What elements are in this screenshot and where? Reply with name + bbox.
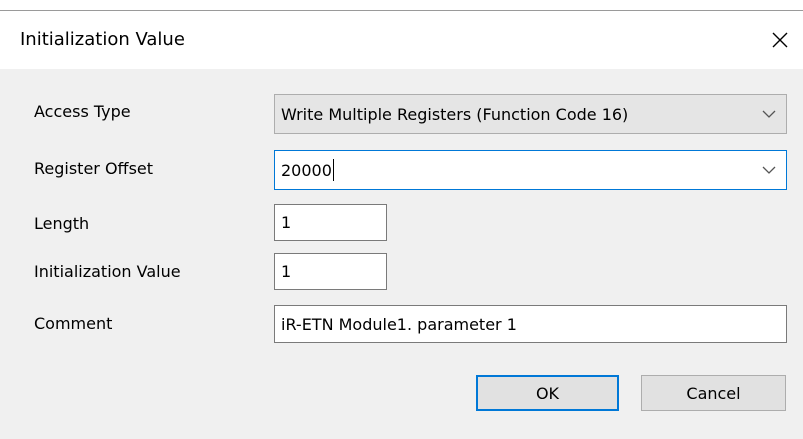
chevron-down-icon [762,110,776,118]
text-caret [332,159,334,181]
background-window-strip [0,0,803,11]
access-type-select[interactable]: Write Multiple Registers (Function Code … [274,94,787,134]
length-input[interactable]: 1 [274,204,387,241]
close-button[interactable] [757,11,803,69]
close-icon [772,32,788,48]
initialization-value-value: 1 [281,262,292,281]
register-offset-label: Register Offset [34,159,154,178]
length-label: Length [34,214,90,233]
cancel-button[interactable]: Cancel [641,375,786,411]
register-offset-value: 20000 [281,160,332,180]
dialog-titlebar: Initialization Value [0,11,803,69]
dialog-title: Initialization Value [20,29,185,50]
comment-value: iR-ETN Module1. parameter 1 [281,314,517,334]
access-type-value: Write Multiple Registers (Function Code … [281,104,629,124]
access-type-label: Access Type [34,102,131,121]
length-value: 1 [281,213,292,232]
chevron-down-icon [762,166,776,174]
comment-input[interactable]: iR-ETN Module1. parameter 1 [274,305,787,343]
register-offset-combobox[interactable]: 20000 [274,150,787,190]
comment-label: Comment [34,314,113,333]
initialization-value-input[interactable]: 1 [274,253,387,290]
initialization-value-label: Initialization Value [34,262,181,281]
ok-button[interactable]: OK [476,375,619,411]
